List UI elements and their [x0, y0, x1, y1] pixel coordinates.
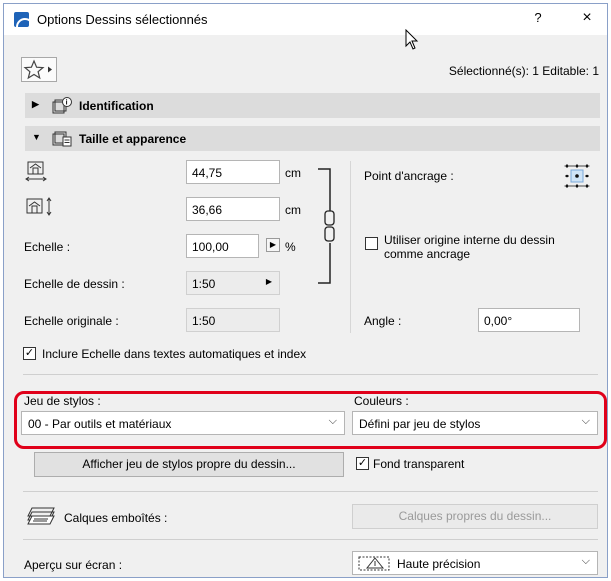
- original-scale-label: Echelle originale :: [24, 314, 119, 328]
- triangle-right-icon: ▶: [265, 277, 272, 286]
- layers-label: Calques emboîtés :: [64, 511, 168, 525]
- angle-field[interactable]: 0,00°: [478, 308, 580, 332]
- include-scale-checkbox[interactable]: ✓: [23, 347, 36, 360]
- separator: [23, 374, 598, 375]
- svg-text:i: i: [66, 99, 68, 106]
- width-unit: cm: [285, 166, 301, 180]
- transparent-checkbox[interactable]: ✓: [356, 457, 369, 470]
- layers-icon: [27, 507, 55, 525]
- triangle-right-icon: [48, 66, 52, 73]
- angle-label: Angle :: [364, 314, 402, 328]
- scale-label: Echelle :: [24, 240, 71, 254]
- drawing-scale-field[interactable]: 1:50 ▶: [186, 271, 280, 295]
- separator: [23, 539, 598, 540]
- collapse-arrow-icon: ▼: [32, 132, 41, 142]
- window-title: Options Dessins sélectionnés: [37, 12, 208, 27]
- highlight-frame: [14, 391, 607, 449]
- anchor-label: Point d'ancrage :: [364, 169, 454, 183]
- identification-icon: i: [52, 97, 72, 114]
- scale-unit: %: [285, 240, 296, 254]
- scale-field[interactable]: 100,00: [186, 234, 259, 258]
- show-penset-button[interactable]: Afficher jeu de stylos propre du dessin.…: [34, 452, 344, 477]
- drawing-layers-button[interactable]: Calques propres du dessin...: [352, 504, 598, 529]
- selection-status: Sélectionné(s): 1 Editable: 1: [448, 64, 599, 78]
- width-field[interactable]: 44,75: [186, 160, 280, 184]
- column-divider: [350, 161, 351, 333]
- title-bar: Options Dessins sélectionnés ? ×: [4, 4, 607, 35]
- section-identification-label: Identification: [79, 99, 154, 113]
- preview-label: Aperçu sur écran :: [24, 558, 123, 572]
- size-appearance-icon: [52, 131, 72, 147]
- section-size-appearance[interactable]: ▼ Taille et apparence: [25, 126, 600, 151]
- scale-arrow-button[interactable]: ▶: [266, 238, 280, 252]
- mouse-cursor-icon: [405, 29, 419, 50]
- use-origin-label-line1: Utiliser origine interne du dessin: [384, 233, 555, 247]
- transparent-label: Fond transparent: [373, 457, 465, 471]
- preview-value: Haute précision: [397, 557, 481, 571]
- drawing-scale-label: Echelle de dessin :: [24, 277, 125, 291]
- anchor-point-grid-icon[interactable]: [564, 163, 590, 189]
- favorites-button[interactable]: [21, 57, 57, 82]
- preview-quality-icon: [358, 556, 390, 571]
- chevron-down-icon: ⌵: [581, 555, 590, 567]
- star-icon: [23, 59, 52, 80]
- close-button[interactable]: ×: [577, 9, 597, 29]
- height-icon: [26, 197, 52, 216]
- proportion-link-icon[interactable]: [316, 167, 340, 287]
- height-unit: cm: [285, 203, 301, 217]
- use-origin-label-line2: comme ancrage: [384, 247, 471, 261]
- use-origin-checkbox[interactable]: [365, 237, 378, 250]
- width-icon: [25, 161, 47, 182]
- drawing-scale-value: 1:50: [192, 277, 216, 291]
- dialog-window: Options Dessins sélectionnés ? × Sélecti…: [3, 3, 608, 578]
- height-field[interactable]: 36,66: [186, 197, 280, 221]
- expand-arrow-icon: ▶: [32, 99, 39, 109]
- separator: [23, 491, 598, 492]
- include-scale-label: Inclure Echelle dans textes automatiques…: [42, 347, 307, 361]
- help-button[interactable]: ?: [529, 10, 547, 28]
- section-identification[interactable]: ▶ i Identification: [25, 93, 600, 118]
- preview-select[interactable]: Haute précision ⌵: [352, 551, 598, 575]
- original-scale-field: 1:50: [186, 308, 280, 332]
- section-size-label: Taille et apparence: [79, 132, 187, 146]
- app-logo-icon: [14, 12, 29, 27]
